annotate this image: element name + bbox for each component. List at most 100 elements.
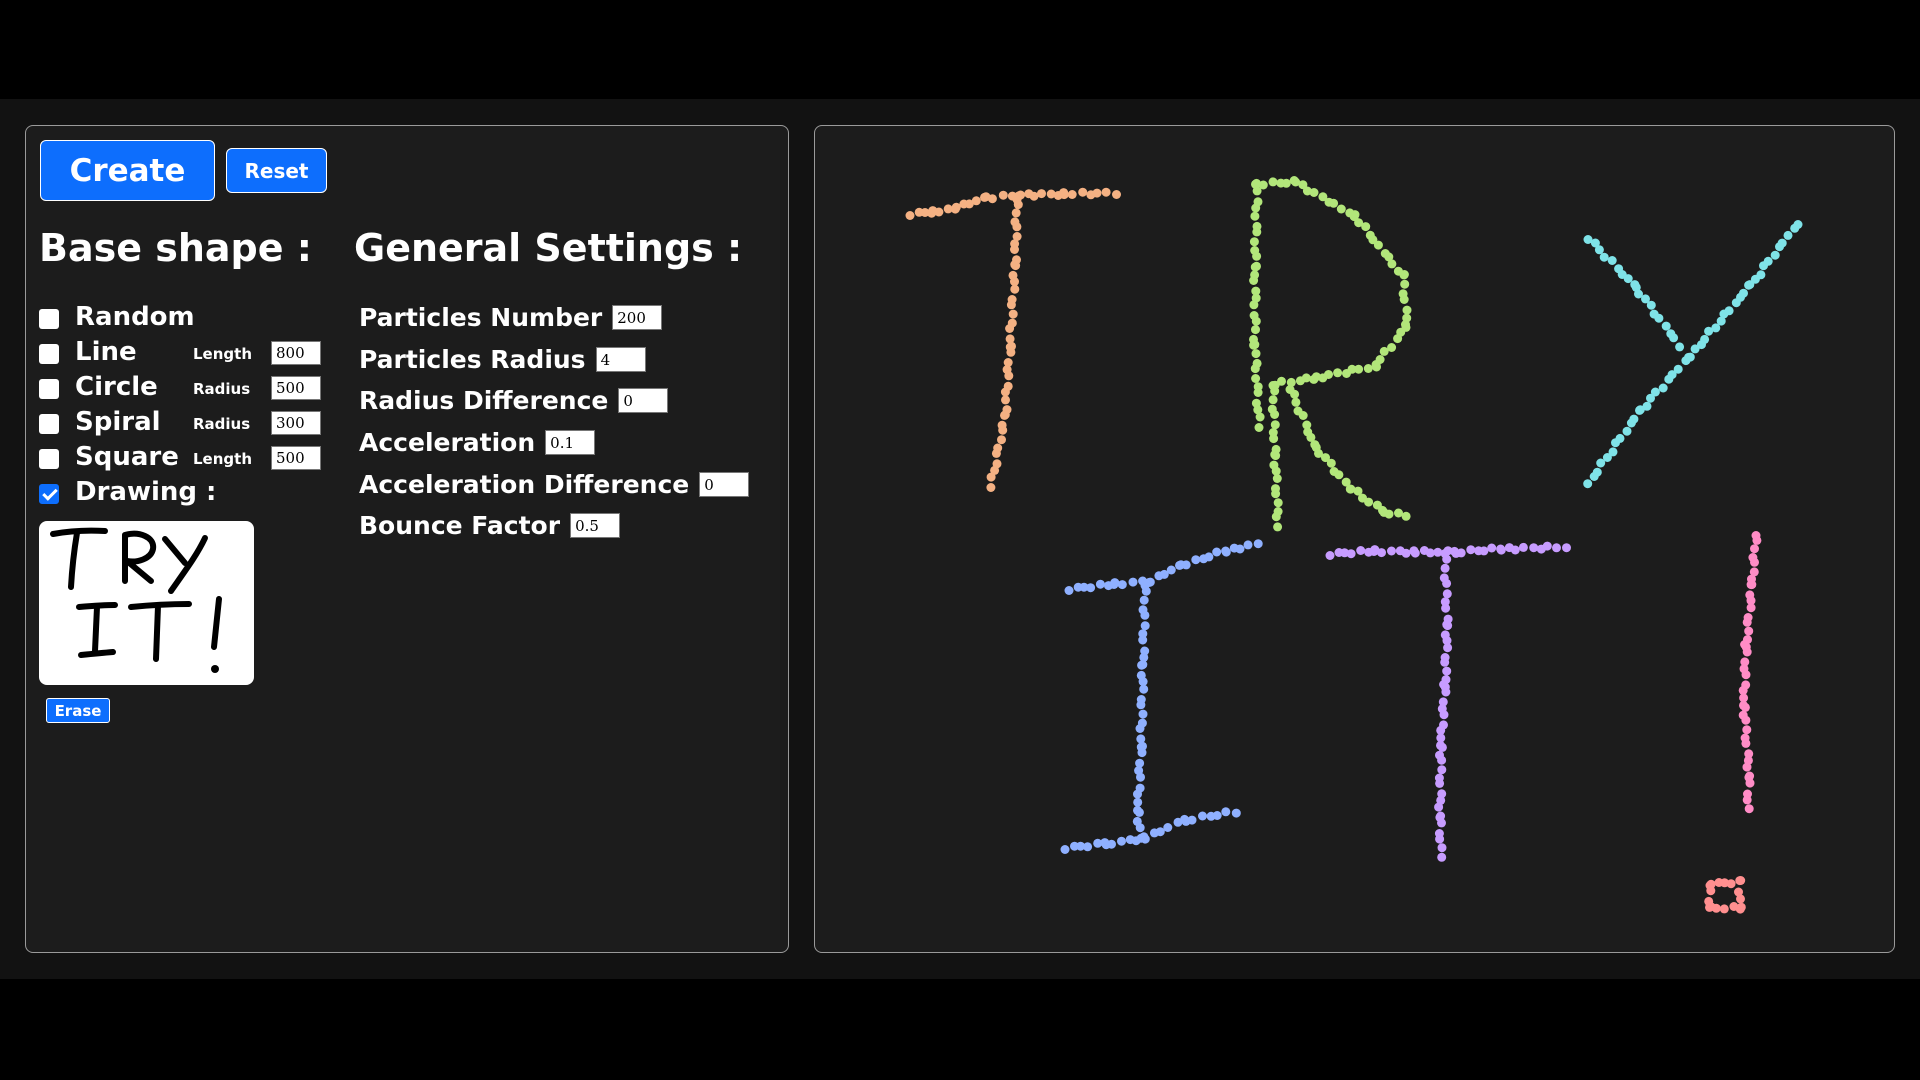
particle — [1741, 738, 1751, 748]
particle — [1271, 512, 1281, 522]
particles-number-input[interactable] — [612, 305, 663, 330]
particle — [1252, 358, 1262, 368]
shape-option-spiral: Spiral Radius — [39, 407, 339, 439]
particle — [1336, 204, 1346, 214]
particle — [1133, 797, 1143, 807]
particle-canvas[interactable] — [814, 125, 1895, 953]
circle-label: Circle — [75, 372, 158, 402]
particle — [1221, 546, 1231, 556]
spiral-checkbox[interactable] — [39, 414, 59, 434]
particle — [1690, 344, 1700, 354]
radius-difference-input[interactable] — [618, 388, 669, 413]
particle — [1479, 546, 1489, 556]
spiral-radius-input[interactable] — [271, 411, 321, 435]
particle — [1136, 700, 1146, 710]
particle — [1221, 807, 1231, 817]
drawing-pad[interactable] — [39, 521, 254, 685]
particle — [1434, 802, 1444, 812]
particle — [1742, 647, 1752, 657]
setting-acceleration: Acceleration — [359, 428, 596, 460]
particle — [1095, 579, 1105, 589]
particle — [1437, 755, 1447, 765]
setting-particles-radius: Particles Radius — [359, 345, 646, 377]
particle — [1117, 836, 1126, 846]
particle — [1006, 300, 1016, 310]
setting-bounce-factor: Bounce Factor — [359, 511, 621, 543]
particle — [991, 448, 1001, 458]
particle — [986, 483, 996, 492]
circle-radius-input[interactable] — [271, 376, 321, 400]
drawing-checkbox[interactable] — [39, 484, 59, 504]
particle — [1136, 772, 1145, 782]
particle — [987, 194, 997, 204]
app-container: Create Reset Base shape : General Settin… — [0, 99, 1920, 979]
particle — [1269, 434, 1279, 444]
particle — [1752, 535, 1762, 545]
square-checkbox[interactable] — [39, 449, 59, 469]
particle — [1552, 543, 1561, 553]
particle — [1138, 635, 1148, 645]
particle — [1675, 342, 1685, 352]
setting-acceleration-difference: Acceleration Difference — [359, 470, 750, 502]
particle — [1400, 279, 1410, 289]
particle — [1589, 472, 1599, 481]
particle — [1001, 395, 1010, 405]
line-length-input[interactable] — [271, 341, 321, 365]
particle — [1298, 411, 1308, 420]
particle — [1271, 489, 1281, 499]
particle — [1436, 740, 1445, 750]
particle — [1252, 221, 1262, 231]
particle — [1092, 188, 1102, 198]
particle — [1251, 398, 1261, 408]
erase-button[interactable]: Erase — [46, 698, 110, 723]
particle — [1442, 578, 1452, 588]
particle — [1270, 410, 1280, 419]
particle — [1135, 724, 1145, 733]
particle — [1067, 190, 1077, 199]
shape-option-circle: Circle Radius — [39, 372, 339, 404]
particle — [1437, 818, 1446, 828]
particle — [1664, 374, 1674, 384]
square-length-input[interactable] — [271, 446, 321, 470]
reset-button[interactable]: Reset — [226, 148, 327, 193]
particle — [1775, 242, 1784, 252]
particle — [1518, 542, 1528, 552]
particle — [1442, 666, 1452, 676]
particle — [1529, 543, 1539, 553]
acceleration-difference-input[interactable] — [699, 472, 750, 497]
random-label: Random — [75, 302, 195, 332]
particle — [1235, 544, 1245, 554]
particle — [1231, 808, 1241, 818]
bounce-factor-input[interactable] — [570, 513, 621, 538]
particle — [1750, 557, 1759, 567]
particle — [1410, 548, 1420, 558]
particle — [1013, 200, 1023, 210]
particle — [1138, 660, 1148, 670]
particle — [1356, 546, 1366, 555]
particle — [1342, 369, 1351, 378]
particle — [1212, 811, 1222, 820]
particle — [1139, 684, 1149, 694]
particle — [1181, 560, 1191, 570]
random-checkbox[interactable] — [39, 309, 59, 329]
particles-number-label: Particles Number — [359, 303, 603, 332]
particle — [1741, 715, 1751, 725]
particle — [997, 435, 1006, 445]
acceleration-input[interactable] — [545, 430, 596, 455]
particle — [1333, 368, 1343, 378]
particle — [1783, 230, 1793, 240]
drawing-label: Drawing : — [75, 477, 217, 507]
particle — [1135, 823, 1145, 833]
line-checkbox[interactable] — [39, 344, 59, 364]
particle — [1745, 778, 1755, 788]
particle — [1379, 346, 1389, 356]
particle — [1270, 420, 1280, 430]
create-button[interactable]: Create — [40, 140, 215, 201]
particle — [986, 472, 996, 482]
setting-radius-difference: Radius Difference — [359, 386, 669, 418]
particle — [1635, 405, 1644, 415]
particle — [1399, 295, 1409, 304]
particle — [1140, 834, 1150, 844]
circle-checkbox[interactable] — [39, 379, 59, 399]
particles-radius-input[interactable] — [595, 347, 646, 372]
